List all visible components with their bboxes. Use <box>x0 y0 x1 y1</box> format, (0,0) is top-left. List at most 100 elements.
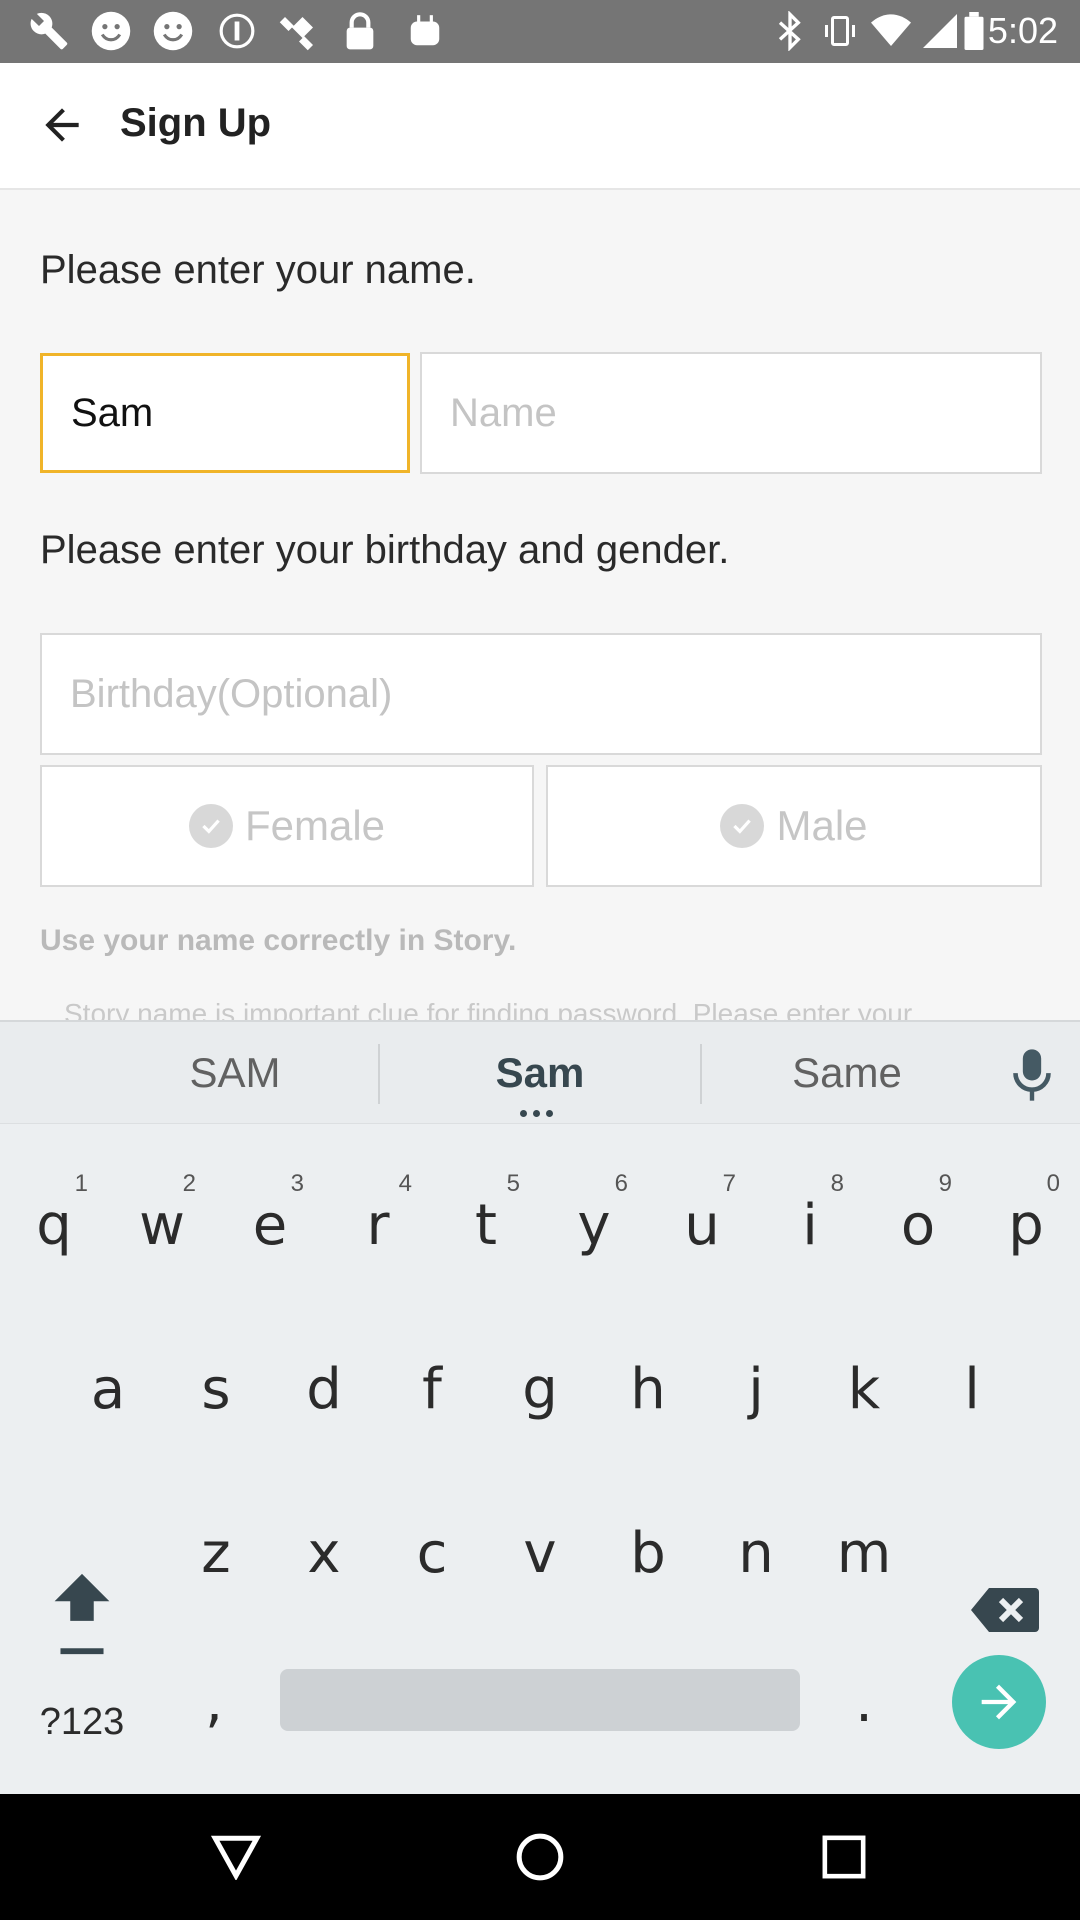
back-nav-button[interactable] <box>206 1827 266 1887</box>
vibrate-icon <box>820 8 860 54</box>
backspace-icon <box>971 1588 1039 1632</box>
key-label: r <box>366 1192 390 1258</box>
key-u[interactable]: 7u <box>648 1150 756 1300</box>
key-g[interactable]: g <box>486 1314 594 1464</box>
arrow-back-icon <box>45 108 79 142</box>
satellite-icon <box>276 8 322 54</box>
suggestion-item[interactable]: Same <box>702 1022 992 1124</box>
enter-key[interactable] <box>952 1655 1046 1749</box>
key-s[interactable]: s <box>162 1314 270 1464</box>
key-number-hint: 2 <box>182 1170 196 1197</box>
key-f[interactable]: f <box>378 1314 486 1464</box>
birthday-field[interactable] <box>40 633 1042 755</box>
key-n[interactable]: n <box>702 1478 810 1628</box>
square-recents-icon <box>822 1835 866 1879</box>
comma-key[interactable]: , <box>160 1652 268 1752</box>
key-r[interactable]: 4r <box>324 1150 432 1300</box>
suggestion-item[interactable]: SAM <box>90 1022 380 1124</box>
page-title: Sign Up <box>120 101 272 145</box>
last-name-field[interactable] <box>420 352 1042 474</box>
key-label: o <box>900 1192 936 1258</box>
check-icon <box>188 804 233 848</box>
name-prompt: Please enter your name. <box>40 248 476 292</box>
clock: 5:02 <box>987 10 1058 51</box>
key-a[interactable]: a <box>54 1314 162 1464</box>
last-name-input[interactable] <box>422 354 1040 472</box>
key-label: e <box>252 1192 288 1258</box>
suggestion-item[interactable]: Sam <box>380 1022 700 1124</box>
suggestion-strip: SAM Sam Same <box>0 1022 1080 1124</box>
battery-icon <box>962 8 986 54</box>
key-label: q <box>36 1192 72 1258</box>
key-o[interactable]: 9o <box>864 1150 972 1300</box>
key-w[interactable]: 2w <box>108 1150 216 1300</box>
key-b[interactable]: b <box>594 1478 702 1628</box>
wifi-icon <box>868 8 914 54</box>
key-p[interactable]: 0p <box>972 1150 1080 1300</box>
key-y[interactable]: 6y <box>540 1150 648 1300</box>
lock-icon <box>340 8 380 54</box>
recents-nav-button[interactable] <box>814 1827 874 1887</box>
smiley-icon <box>150 8 196 54</box>
info-icon <box>214 8 260 54</box>
smiley-icon <box>88 8 134 54</box>
shift-key[interactable] <box>22 1565 142 1665</box>
key-label: i <box>802 1192 818 1258</box>
key-t[interactable]: 5t <box>432 1150 540 1300</box>
symbols-key[interactable]: ?123 <box>22 1672 142 1772</box>
birthday-gender-prompt: Please enter your birthday and gender. <box>40 528 730 572</box>
key-number-hint: 7 <box>722 1170 736 1197</box>
arrow-forward-icon <box>981 1684 1017 1720</box>
key-m[interactable]: m <box>810 1478 918 1628</box>
period-key[interactable]: . <box>810 1652 918 1752</box>
home-nav-button[interactable] <box>510 1827 570 1887</box>
key-number-hint: 6 <box>614 1170 628 1197</box>
key-label: t <box>475 1192 497 1258</box>
key-label: w <box>139 1192 185 1258</box>
key-h[interactable]: h <box>594 1314 702 1464</box>
microphone-icon[interactable] <box>1010 1047 1054 1103</box>
key-number-hint: 5 <box>506 1170 520 1197</box>
signup-form: Please enter your name. Please enter you… <box>0 190 1080 1020</box>
key-i[interactable]: 8i <box>756 1150 864 1300</box>
key-number-hint: 1 <box>74 1170 88 1197</box>
key-c[interactable]: c <box>378 1478 486 1628</box>
key-number-hint: 9 <box>938 1170 952 1197</box>
key-label: u <box>684 1192 720 1258</box>
key-k[interactable]: k <box>810 1314 918 1464</box>
shift-icon <box>54 1573 110 1655</box>
key-label: p <box>1008 1192 1044 1258</box>
key-number-hint: 8 <box>830 1170 844 1197</box>
space-key[interactable] <box>280 1669 800 1731</box>
key-l[interactable]: l <box>918 1314 1026 1464</box>
key-d[interactable]: d <box>270 1314 378 1464</box>
wrench-icon <box>26 8 72 54</box>
more-suggestions-icon <box>520 1110 553 1117</box>
key-number-hint: 4 <box>398 1170 412 1197</box>
signal-icon <box>920 8 960 54</box>
triangle-back-icon <box>211 1835 261 1880</box>
male-option[interactable]: Male <box>546 765 1042 887</box>
key-q[interactable]: 1q <box>0 1150 108 1300</box>
check-icon <box>720 804 765 848</box>
android-icon <box>402 8 448 54</box>
name-hint: Use your name correctly in Story. <box>40 924 517 957</box>
status-bar: 5:02 <box>0 0 1080 63</box>
key-z[interactable]: z <box>162 1478 270 1628</box>
female-option[interactable]: Female <box>40 765 534 887</box>
key-x[interactable]: x <box>270 1478 378 1628</box>
key-number-hint: 3 <box>290 1170 304 1197</box>
first-name-input[interactable] <box>43 356 407 470</box>
key-j[interactable]: j <box>702 1314 810 1464</box>
bluetooth-icon <box>772 8 808 54</box>
circle-home-icon <box>516 1833 564 1881</box>
password-hint: Story name is important clue for finding… <box>64 998 913 1020</box>
first-name-field[interactable] <box>40 353 410 473</box>
birthday-input[interactable] <box>42 635 1040 753</box>
key-e[interactable]: 3e <box>216 1150 324 1300</box>
key-v[interactable]: v <box>486 1478 594 1628</box>
male-label: Male <box>776 802 868 849</box>
navigation-bar <box>0 1794 1080 1920</box>
back-button[interactable] <box>30 93 94 157</box>
app-bar: Sign Up <box>0 63 1080 190</box>
